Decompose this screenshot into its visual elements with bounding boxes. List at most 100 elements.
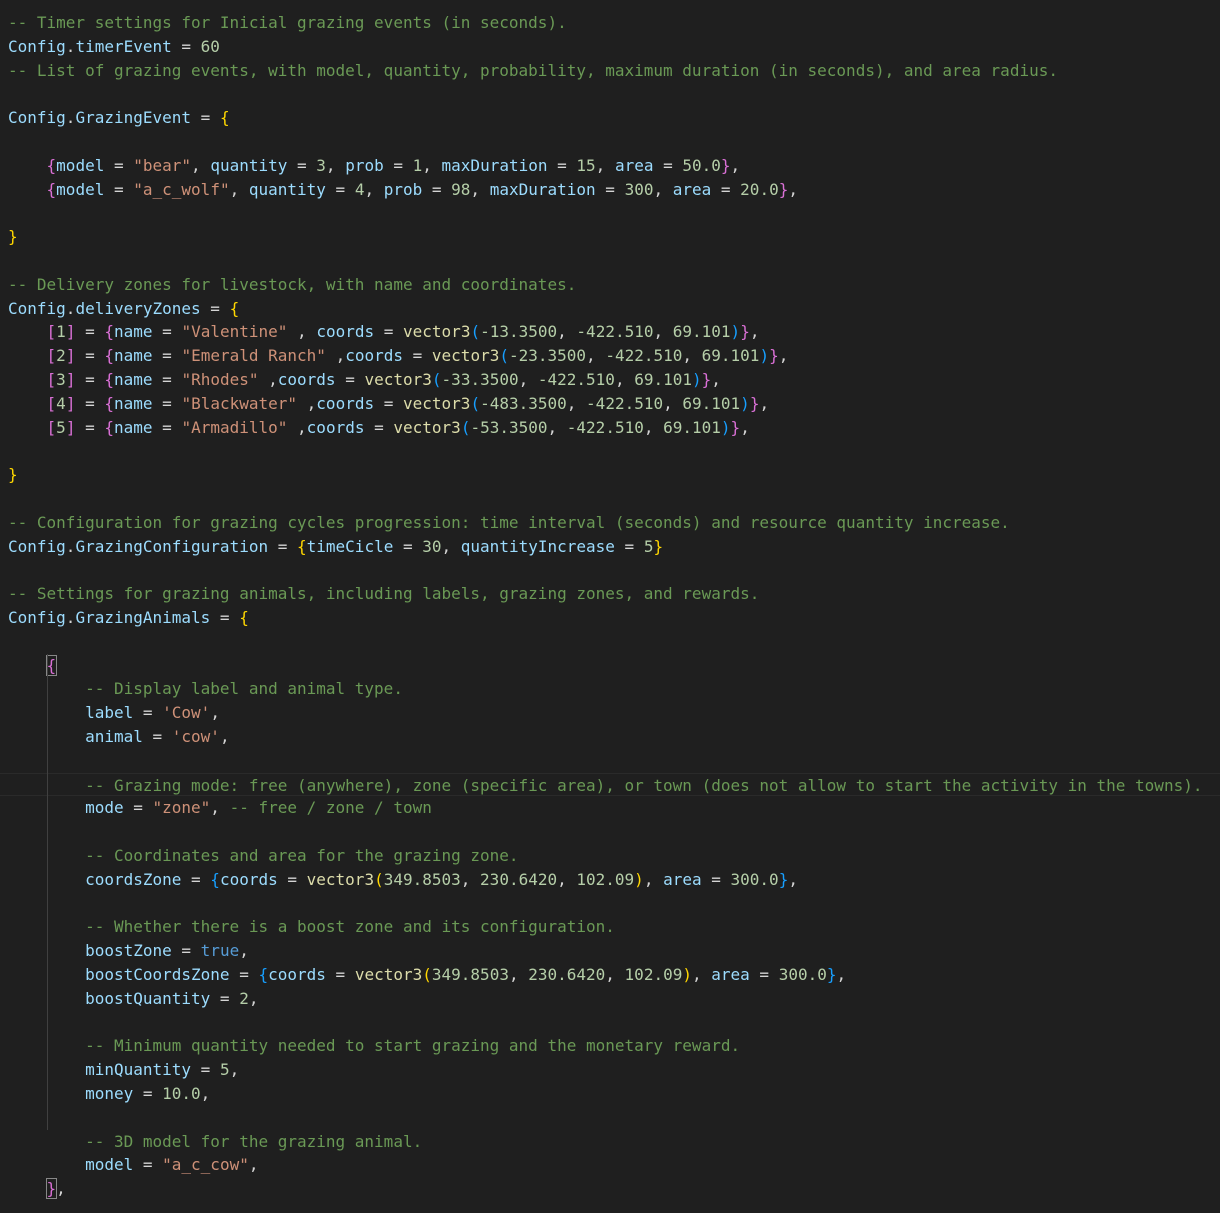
code-token: =	[152, 322, 182, 342]
code-token: =	[133, 703, 163, 723]
code-token: boostZone	[85, 941, 172, 961]
code-line[interactable]: [3] = {name = "Rhodes" ,coords = vector3…	[0, 368, 1220, 392]
code-token: ,	[566, 393, 587, 413]
code-line[interactable]: -- Grazing mode: free (anywhere), zone (…	[0, 772, 1220, 797]
code-token: =	[277, 869, 307, 889]
code-line[interactable]: -- Coordinates and area for the grazing …	[0, 844, 1220, 868]
code-line[interactable]: {model = "bear", quantity = 3, prob = 1,…	[0, 154, 1220, 178]
code-token: =	[653, 155, 683, 175]
code-token: coords	[277, 370, 336, 389]
code-token: coords	[345, 346, 403, 366]
code-token: (	[470, 322, 481, 342]
code-line[interactable]: [1] = {name = "Valentine" , coords = vec…	[0, 320, 1220, 344]
code-token: 'cow'	[171, 727, 220, 746]
code-token: ,	[297, 393, 317, 413]
code-line[interactable]	[0, 487, 1220, 511]
code-line[interactable]	[0, 439, 1220, 463]
code-line[interactable]: minQuantity = 5,	[0, 1058, 1220, 1082]
code-token: 50.0	[682, 155, 721, 175]
code-token: =	[374, 322, 404, 342]
code-token: label	[85, 703, 134, 723]
code-line[interactable]: -- Timer settings for Inicial grazing ev…	[0, 11, 1220, 35]
code-line[interactable]: Config.GrazingEvent = {	[0, 106, 1220, 130]
code-token: )	[740, 393, 750, 413]
code-line[interactable]	[0, 249, 1220, 273]
code-token: boostCoordsZone	[85, 965, 230, 984]
code-line[interactable]	[0, 82, 1220, 106]
code-line[interactable]: -- Minimum quantity needed to start graz…	[0, 1034, 1220, 1058]
code-token: coordsZone	[85, 869, 182, 889]
code-token: )	[682, 965, 692, 984]
code-line[interactable]: boostCoordsZone = {coords = vector3(349.…	[0, 963, 1220, 987]
code-token: timeCicle	[306, 536, 394, 556]
code-token: coords	[268, 965, 326, 984]
code-token: ,	[287, 322, 317, 342]
code-line[interactable]: label = 'Cow',	[0, 701, 1220, 725]
code-line[interactable]: }	[0, 463, 1220, 487]
code-token: mode	[85, 798, 124, 818]
code-token: }	[749, 393, 760, 413]
code-line[interactable]: model = "a_c_cow",	[0, 1153, 1220, 1177]
code-line[interactable]: -- Configuration for grazing cycles prog…	[0, 511, 1220, 535]
code-token: =	[191, 108, 220, 128]
code-token: 4	[354, 179, 365, 199]
code-line[interactable]: [2] = {name = "Emerald Ranch" ,coords = …	[0, 344, 1220, 368]
code-line[interactable]: Config.timerEvent = 60	[0, 35, 1220, 59]
code-line[interactable]: -- Whether there is a boost zone and its…	[0, 915, 1220, 939]
code-token: {	[46, 179, 57, 199]
code-line[interactable]: -- Display label and animal type.	[0, 677, 1220, 701]
code-editor[interactable]: -- Timer settings for Inicial grazing ev…	[0, 0, 1220, 1213]
code-token: -- Configuration for grazing cycles prog…	[8, 512, 1010, 532]
code-line[interactable]: {model = "a_c_wolf", quantity = 4, prob …	[0, 178, 1220, 202]
code-token: ,	[229, 179, 249, 199]
code-token: =	[383, 155, 413, 175]
code-line[interactable]: boostZone = true,	[0, 939, 1220, 963]
code-token: ,	[422, 155, 442, 175]
code-token: name	[114, 346, 153, 366]
code-token: 5	[219, 1060, 230, 1080]
code-line[interactable]: Config.deliveryZones = {	[0, 297, 1220, 321]
code-line[interactable]: Config.GrazingAnimals = {	[0, 606, 1220, 630]
code-token: =	[595, 179, 625, 199]
code-token: =	[325, 179, 355, 199]
code-token: ,	[239, 941, 249, 961]
code-line[interactable]: -- Settings for grazing animals, includi…	[0, 582, 1220, 606]
code-token: =	[701, 869, 731, 889]
code-line[interactable]: money = 10.0,	[0, 1082, 1220, 1106]
code-line[interactable]	[0, 820, 1220, 844]
code-line[interactable]: -- List of grazing events, with model, q…	[0, 59, 1220, 83]
code-token: ,	[56, 1179, 66, 1199]
code-line[interactable]: coordsZone = {coords = vector3(349.8503,…	[0, 868, 1220, 892]
code-token: ,	[248, 1155, 259, 1175]
code-line[interactable]: [4] = {name = "Blackwater" ,coords = vec…	[0, 392, 1220, 416]
code-line[interactable]	[0, 130, 1220, 154]
code-line[interactable]: }	[0, 225, 1220, 249]
code-token: }	[653, 536, 664, 556]
code-line[interactable]	[0, 630, 1220, 654]
code-line[interactable]: },	[0, 1177, 1220, 1201]
code-token: "a_c_wolf"	[133, 179, 230, 199]
code-line[interactable]	[0, 201, 1220, 225]
code-line[interactable]: Config.GrazingConfiguration = {timeCicle…	[0, 535, 1220, 559]
code-line[interactable]: mode = "zone", -- free / zone / town	[0, 796, 1220, 820]
code-token: 98	[451, 179, 471, 199]
code-token: [	[46, 346, 57, 366]
code-line[interactable]	[0, 749, 1220, 773]
code-line[interactable]	[0, 1011, 1220, 1035]
code-token: ,	[711, 370, 721, 389]
code-line[interactable]: -- Delivery zones for livestock, with na…	[0, 273, 1220, 297]
code-token: ,	[778, 346, 789, 366]
code-line[interactable]: boostQuantity = 2,	[0, 987, 1220, 1011]
code-line[interactable]: [5] = {name = "Armadillo" ,coords = vect…	[0, 416, 1220, 440]
code-line[interactable]: -- 3D model for the grazing animal.	[0, 1130, 1220, 1154]
code-line[interactable]	[0, 1106, 1220, 1130]
code-line[interactable]	[0, 558, 1220, 582]
code-token: ,	[364, 179, 384, 199]
code-line[interactable]: {	[0, 654, 1220, 678]
code-token: coords	[316, 322, 375, 342]
code-line[interactable]: animal = 'cow',	[0, 725, 1220, 749]
code-token: ,	[653, 322, 673, 342]
code-token: =	[171, 36, 201, 56]
code-token: 3	[56, 370, 66, 389]
code-line[interactable]	[0, 892, 1220, 916]
